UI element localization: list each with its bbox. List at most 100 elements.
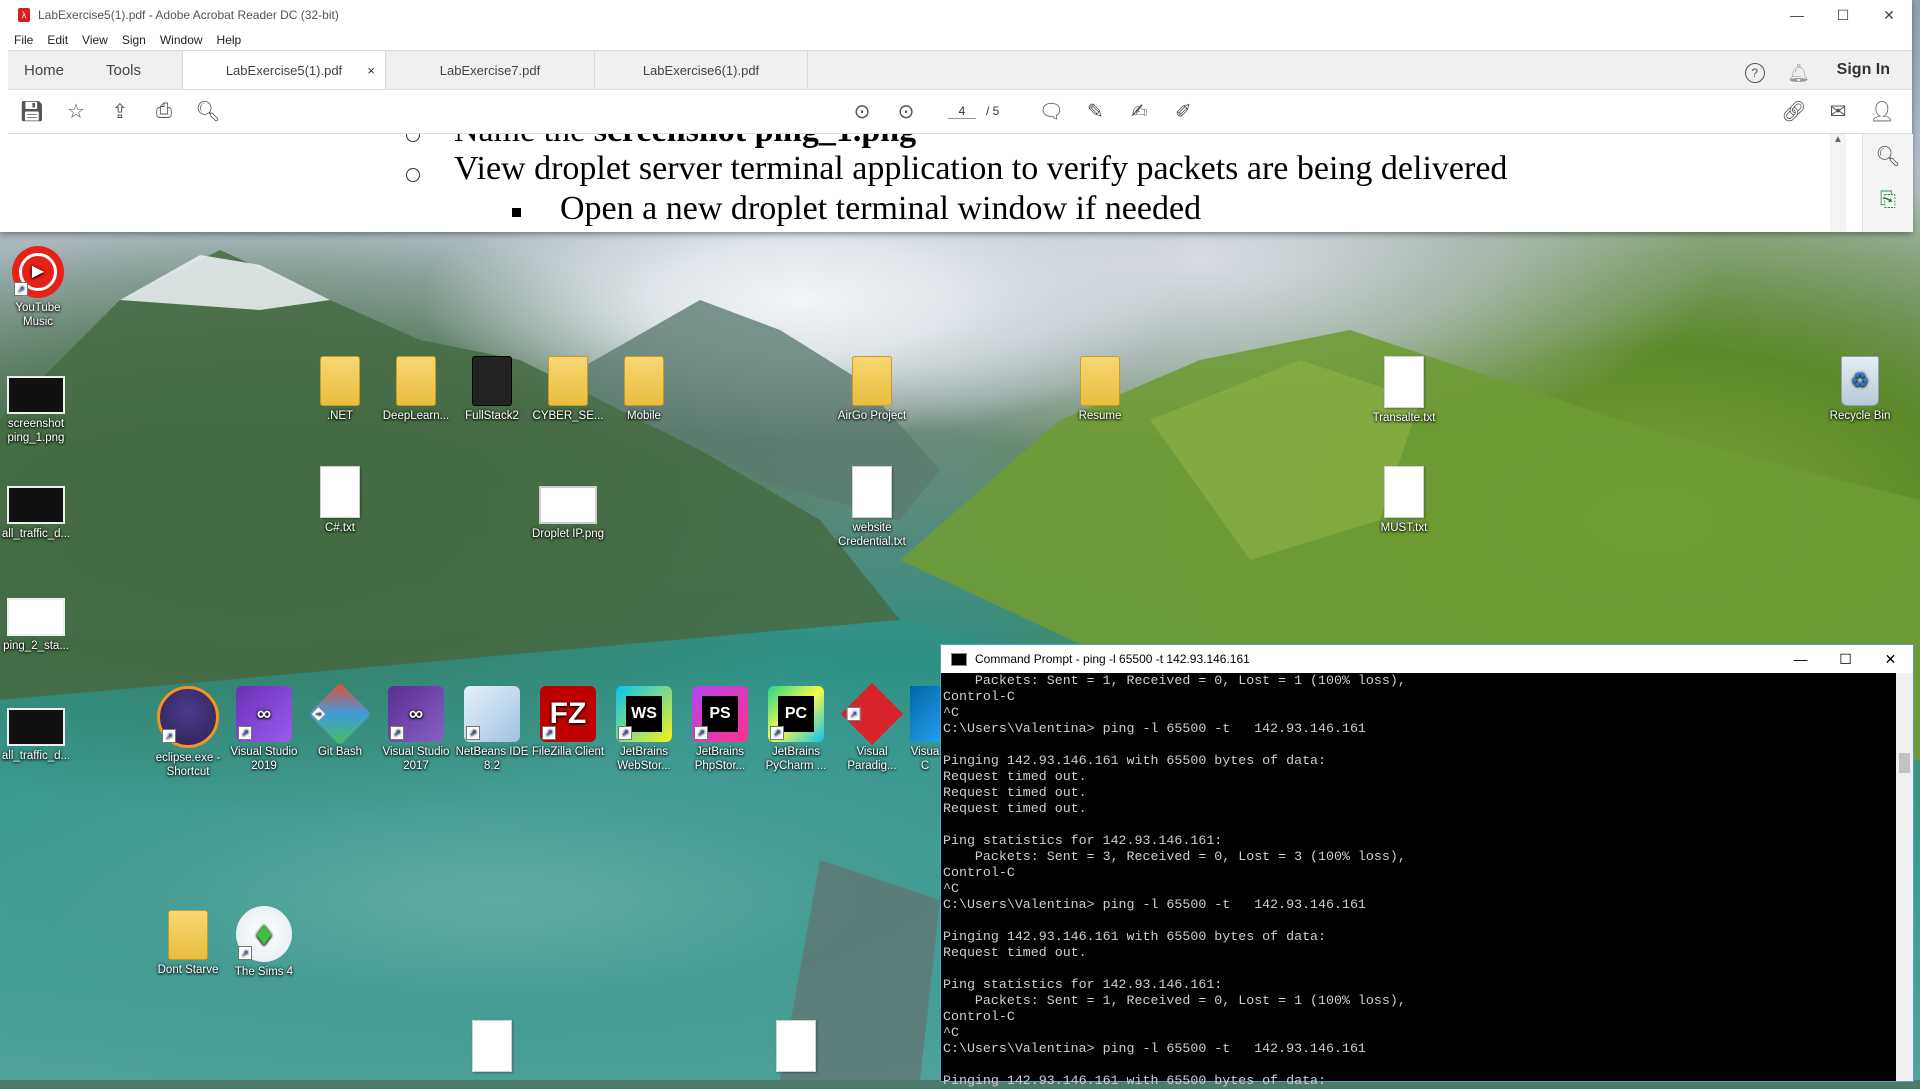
comment-icon[interactable]: 🗨︎ bbox=[1029, 89, 1073, 133]
sign-icon[interactable]: ✍︎ bbox=[1117, 89, 1161, 133]
page-number-input[interactable]: 4 bbox=[948, 104, 976, 119]
menu-file[interactable]: File bbox=[14, 33, 33, 47]
tab-home[interactable]: Home bbox=[8, 51, 90, 89]
menu-edit[interactable]: Edit bbox=[47, 33, 68, 47]
desktop-icon-ping-2[interactable]: ping_2_sta... bbox=[0, 598, 74, 653]
desktop-icon-deeplearn-folder[interactable]: DeepLearn... bbox=[378, 356, 454, 423]
desktop-icon-label: FileZilla Client bbox=[531, 746, 605, 758]
add-user-icon[interactable]: 👤︎ bbox=[1860, 89, 1904, 133]
close-button[interactable]: ✕ bbox=[1868, 645, 1913, 673]
menu-window[interactable]: Window bbox=[160, 33, 203, 47]
desktop-icon-must-txt[interactable]: MUST.txt bbox=[1366, 466, 1442, 535]
cmd-scrollbar[interactable] bbox=[1896, 673, 1913, 1081]
tab-document-active[interactable]: LabExercise5(1).pdf × bbox=[183, 51, 386, 89]
shortcut-arrow-icon: ↗ bbox=[238, 726, 252, 740]
share-link-icon[interactable]: 🔗︎ bbox=[1772, 89, 1816, 133]
desktop-icon-vscode-partial[interactable]: Visua C bbox=[910, 686, 940, 773]
recycle-bin-icon: ♻ bbox=[1841, 356, 1879, 406]
maximize-button[interactable]: ☐ bbox=[1823, 645, 1868, 673]
desktop-icon-phpstorm[interactable]: PS ↗ JetBrains PhpStor... bbox=[682, 686, 758, 773]
desktop-icon-label: MUST.txt bbox=[1380, 522, 1428, 534]
maximize-button[interactable]: ☐ bbox=[1820, 0, 1866, 30]
sign-in-button[interactable]: Sign In bbox=[1821, 51, 1912, 89]
desktop-icon-label: AirGo Project bbox=[837, 410, 907, 422]
cmd-titlebar[interactable]: Command Prompt - ping -l 65500 -t 142.93… bbox=[941, 645, 1913, 673]
folder-icon bbox=[396, 356, 436, 406]
zoom-out-icon[interactable]: 🔍︎ bbox=[186, 89, 230, 133]
desktop-icon-vs2017[interactable]: ∞ ↗ Visual Studio 2017 bbox=[378, 686, 454, 773]
desktop-icon-sims-4[interactable]: ♦ ↗ The Sims 4 bbox=[226, 906, 302, 979]
bullet-square-icon bbox=[512, 208, 521, 217]
tab-tools[interactable]: Tools bbox=[90, 51, 183, 89]
desktop-icon-label: FullStack2 bbox=[465, 410, 519, 422]
desktop-icon-dont-starve[interactable]: Dont Starve bbox=[150, 910, 226, 977]
desktop-icon-screenshot-ping[interactable]: screenshot ping_1.png bbox=[0, 376, 74, 445]
page-down-icon[interactable]: ⊙ bbox=[884, 89, 928, 133]
folder-icon bbox=[852, 356, 892, 406]
minimize-button[interactable]: — bbox=[1778, 645, 1823, 673]
desktop-icon-cyber-folder[interactable]: CYBER_SE... bbox=[530, 356, 606, 423]
image-thumbnail-icon bbox=[539, 486, 597, 524]
desktop-icon-file-partial-1[interactable] bbox=[454, 1020, 530, 1075]
desktop-icon-transalte-txt[interactable]: Transalte.txt bbox=[1366, 356, 1442, 425]
desktop-icon-visual-paradigm[interactable]: ↗ Visual Paradig... bbox=[834, 682, 910, 773]
edit-stamp-icon[interactable]: ✐ bbox=[1161, 89, 1205, 133]
desktop-icon-webstorm[interactable]: WS ↗ JetBrains WebStor... bbox=[606, 686, 682, 773]
zoom-in-icon[interactable]: 🔍︎ bbox=[1863, 134, 1913, 178]
window-title: LabExercise5(1).pdf - Adobe Acrobat Read… bbox=[38, 8, 339, 22]
desktop-icon-mobile-folder[interactable]: Mobile bbox=[606, 356, 682, 423]
minimize-button[interactable]: — bbox=[1774, 0, 1820, 30]
export-pdf-icon[interactable]: ⎘ bbox=[1863, 178, 1913, 222]
print-icon[interactable]: ⎙ bbox=[142, 89, 186, 133]
desktop-icon-git-bash[interactable]: ↗ Git Bash bbox=[302, 682, 378, 759]
acrobat-titlebar[interactable]: λ LabExercise5(1).pdf - Adobe Acrobat Re… bbox=[0, 0, 1912, 30]
text-file-icon bbox=[1384, 466, 1424, 518]
menu-sign[interactable]: Sign bbox=[122, 33, 146, 47]
vertical-scrollbar[interactable]: ▲ bbox=[1830, 134, 1846, 232]
desktop-icon-eclipse[interactable]: ↗ eclipse.exe - Shortcut bbox=[150, 686, 226, 779]
tab-document[interactable]: LabExercise6(1).pdf bbox=[595, 51, 808, 89]
bullet-circle-icon bbox=[406, 134, 420, 142]
desktop-icon-resume-folder[interactable]: Resume bbox=[1062, 356, 1138, 423]
desktop-icon-file-partial-2[interactable] bbox=[758, 1020, 834, 1075]
cmd-output[interactable]: Packets: Sent = 1, Received = 0, Lost = … bbox=[941, 673, 1913, 1089]
desktop-icon-fullstack-folder[interactable]: FullStack2 bbox=[454, 356, 530, 423]
save-icon[interactable]: 💾︎ bbox=[10, 89, 54, 133]
desktop-icon-droplet-ip[interactable]: Droplet IP.png bbox=[530, 486, 606, 541]
highlight-pen-icon[interactable]: ✎ bbox=[1073, 89, 1117, 133]
email-icon[interactable]: ✉ bbox=[1816, 89, 1860, 133]
close-button[interactable]: ✕ bbox=[1866, 0, 1912, 30]
desktop-icon-pycharm[interactable]: PC ↗ JetBrains PyCharm ... bbox=[758, 686, 834, 773]
menu-view[interactable]: View bbox=[82, 33, 108, 47]
desktop-icon-recycle-bin[interactable]: ♻ Recycle Bin bbox=[1822, 356, 1898, 423]
image-thumbnail-icon bbox=[7, 376, 65, 414]
desktop-icon-label: .NET bbox=[326, 410, 354, 422]
tab-document-label: LabExercise6(1).pdf bbox=[642, 62, 760, 78]
desktop-icon-csharp-txt[interactable]: C#.txt bbox=[302, 466, 378, 535]
bookmark-star-icon[interactable]: ☆ bbox=[54, 89, 98, 133]
scroll-up-icon[interactable]: ▲ bbox=[1830, 134, 1846, 145]
desktop-icon-net-folder[interactable]: .NET bbox=[302, 356, 378, 423]
desktop-icon-all-traffic-1[interactable]: all_traffic_d... bbox=[0, 486, 74, 541]
text-file-icon bbox=[852, 466, 892, 518]
desktop-icon-airgo-folder[interactable]: AirGo Project bbox=[834, 356, 910, 423]
desktop-icon-all-traffic-2[interactable]: all_traffic_d... bbox=[0, 708, 74, 763]
desktop-icon-vs2019[interactable]: ∞ ↗ Visual Studio 2019 bbox=[226, 686, 302, 773]
desktop-icon-netbeans[interactable]: ↗ NetBeans IDE 8.2 bbox=[454, 686, 530, 773]
page-total: / 5 bbox=[986, 104, 1000, 118]
upload-icon[interactable]: ⇪ bbox=[98, 89, 142, 133]
desktop-icon-filezilla[interactable]: FZ ↗ FileZilla Client bbox=[530, 686, 606, 759]
desktop-icon-website-credential[interactable]: website Credential.txt bbox=[834, 466, 910, 549]
folder-icon bbox=[548, 356, 588, 406]
image-thumbnail-icon bbox=[7, 598, 65, 636]
scrollbar-thumb[interactable] bbox=[1899, 753, 1910, 773]
tab-document[interactable]: LabExercise7.pdf bbox=[386, 51, 595, 89]
desktop-icon-youtube-music[interactable]: ▶ ↗ YouTube Music bbox=[0, 246, 76, 329]
menu-help[interactable]: Help bbox=[217, 33, 242, 47]
desktop-icon-label: Recycle Bin bbox=[1829, 410, 1891, 422]
shortcut-arrow-icon: ↗ bbox=[770, 726, 784, 740]
page-up-icon[interactable]: ⊙ bbox=[840, 89, 884, 133]
shortcut-arrow-icon: ↗ bbox=[310, 706, 327, 722]
desktop-icon-label: Droplet IP.png bbox=[531, 528, 605, 540]
close-tab-icon[interactable]: × bbox=[367, 63, 375, 78]
